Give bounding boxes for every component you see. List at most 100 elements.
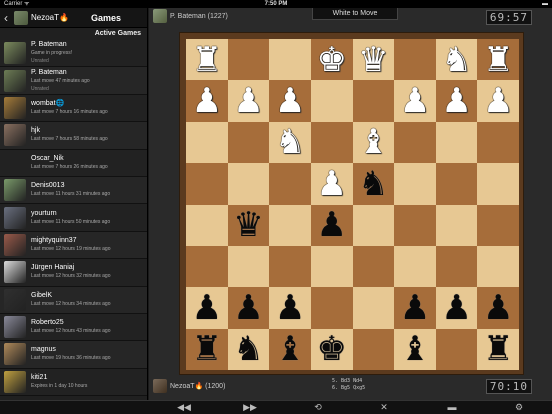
board-square[interactable] — [186, 245, 228, 288]
game-list-item[interactable]: P. Bateman Last move 47 minutes ago Unrate… — [0, 67, 147, 95]
game-opponent-name: GibelK — [31, 291, 53, 299]
board-square[interactable] — [477, 204, 519, 246]
board-square[interactable] — [227, 163, 270, 205]
board-square[interactable]: ♟ — [394, 80, 436, 122]
board-square[interactable]: ♟ — [227, 80, 270, 122]
board-square[interactable] — [186, 121, 228, 164]
page-title: Games — [90, 12, 122, 23]
board-square[interactable]: ♟ — [269, 80, 311, 122]
board-square[interactable] — [352, 204, 395, 246]
board-square[interactable]: ♞ — [352, 163, 395, 205]
board-square[interactable] — [352, 80, 395, 122]
board-square[interactable]: ♞ — [227, 328, 270, 370]
board-square[interactable]: ♟ — [310, 204, 353, 246]
board-square[interactable]: ♚ — [310, 328, 353, 370]
avatar — [153, 379, 167, 393]
board-square[interactable]: ♝ — [394, 328, 436, 370]
board-square[interactable]: ♜ — [186, 39, 228, 81]
game-list-item[interactable]: GibelK Last move 12 hours 34 minutes ago — [0, 286, 147, 314]
game-status: Expires in 1 day 10 hours — [31, 382, 88, 389]
board-square[interactable]: ♟ — [269, 287, 311, 329]
board-square[interactable] — [352, 287, 395, 329]
player-name[interactable]: NezoaT🔥 (1200) — [170, 382, 225, 390]
game-opponent-name: mightyquinn37 — [31, 236, 77, 244]
board-square[interactable]: ♚ — [310, 39, 353, 81]
game-list-item[interactable]: kiti21 Expires in 1 day 10 hours — [0, 368, 147, 397]
resign-icon[interactable]: ✕ — [376, 402, 392, 413]
clock-time: 7:50 PM — [264, 1, 288, 7]
board-square[interactable] — [269, 39, 311, 81]
game-status: Last move 19 hours 36 minutes ago — [31, 355, 111, 362]
board-square[interactable] — [477, 163, 519, 205]
board-square[interactable]: ♞ — [435, 39, 478, 81]
board-square[interactable]: ♜ — [477, 328, 519, 370]
board-square[interactable]: ♝ — [352, 121, 395, 164]
board-square[interactable] — [269, 163, 311, 205]
board-square[interactable]: ♟ — [477, 287, 519, 329]
game-status: Last move 12 hours 34 minutes ago — [31, 300, 111, 307]
board-square[interactable] — [269, 204, 311, 246]
board-square[interactable] — [477, 121, 519, 164]
board-square[interactable] — [186, 204, 228, 246]
board-square[interactable]: ♟ — [227, 287, 270, 329]
game-list-item[interactable]: mightyquinn37 Last move 12 hours 19 minut… — [0, 231, 147, 260]
board-square[interactable]: ♛ — [352, 39, 395, 81]
board-square[interactable] — [227, 39, 270, 81]
game-list-item[interactable]: Roberto25 Last move 12 hours 43 minutes a… — [0, 313, 147, 342]
board-square[interactable] — [394, 39, 436, 81]
board-square[interactable] — [310, 245, 353, 288]
board-square[interactable]: ♛ — [227, 204, 270, 246]
board-square[interactable] — [394, 163, 436, 205]
gear-icon[interactable]: ⚙ — [511, 402, 527, 413]
forward-icon[interactable]: ▶▶ — [242, 402, 258, 413]
board-square[interactable]: ♟ — [186, 287, 228, 329]
opponent-name[interactable]: P. Bateman (1227) — [170, 13, 228, 20]
board-square[interactable] — [186, 163, 228, 205]
board-square[interactable] — [269, 245, 311, 288]
board-square[interactable]: ♟ — [394, 287, 436, 329]
board-square[interactable] — [394, 245, 436, 288]
board-square[interactable]: ♟ — [186, 80, 228, 122]
game-list-item[interactable]: Denis0013 Last move 11 hours 31 minutes a… — [0, 176, 147, 205]
board-square[interactable] — [394, 121, 436, 164]
chat-icon[interactable]: ▬ — [444, 402, 460, 412]
board-square[interactable]: ♞ — [269, 121, 311, 164]
my-username[interactable]: NezoaT🔥 — [31, 13, 69, 22]
board-square[interactable] — [435, 121, 478, 164]
board-square[interactable] — [227, 121, 270, 164]
board-square[interactable] — [227, 245, 270, 288]
board-square[interactable]: ♟ — [477, 80, 519, 122]
board-square[interactable] — [477, 245, 519, 288]
board-square[interactable]: ♜ — [477, 39, 519, 81]
game-list-item[interactable]: yourturn Last move 11 hours 50 minutes ag… — [0, 204, 147, 232]
board-square[interactable] — [352, 245, 395, 288]
game-list-item[interactable]: Jürgen Haniaj Last move 12 hours 32 minut… — [0, 259, 147, 287]
game-list-item[interactable]: magnus Last move 19 hours 36 minutes ago — [0, 341, 147, 369]
board-square[interactable] — [435, 328, 478, 370]
game-opponent-name: hjk — [31, 127, 40, 135]
board-square[interactable]: ♟ — [310, 163, 353, 205]
board-square[interactable]: ♟ — [435, 80, 478, 122]
board-square[interactable]: ♝ — [269, 328, 311, 370]
status-bar: Carrier ᯤ 7:50 PM ▬ — [0, 0, 552, 8]
board-square[interactable] — [394, 204, 436, 246]
board-square[interactable]: ♟ — [435, 287, 478, 329]
chevron-left-icon[interactable]: ‹ — [4, 11, 14, 25]
board-square[interactable]: ♜ — [186, 328, 228, 370]
board-square[interactable] — [310, 80, 353, 122]
board-square[interactable] — [352, 328, 395, 370]
board-square[interactable] — [310, 121, 353, 164]
game-list-item[interactable]: P. Bateman Game in progress! Unrated — [0, 40, 147, 68]
board-square[interactable] — [435, 245, 478, 288]
game-list-item[interactable]: hjk Last move 7 hours 58 minutes ago — [0, 122, 147, 150]
board-square[interactable] — [435, 163, 478, 205]
refresh-icon[interactable]: ⟲ — [310, 402, 326, 413]
game-status: Last move 12 hours 19 minutes ago — [31, 245, 111, 252]
chess-board[interactable]: ♜ ♚ ♛ ♞ ♜ ♟ ♟ ♟ ♟ ♟ ♟ ♞ ♝ ♟ ♞ ♛ ♟ ♟ ♟ ♟ ♟ ♟ ♟ ♜ ♞ ♝ ♚ ♝ ♜ — [186, 39, 519, 370]
board-square[interactable] — [435, 204, 478, 246]
game-list-item[interactable]: Oscar_Nik Last move 7 hours 26 minutes ag… — [0, 149, 147, 177]
board-square[interactable] — [310, 287, 353, 329]
game-list-item[interactable]: wombat🌐 Last move 7 hours 16 minutes ago — [0, 94, 147, 123]
rewind-icon[interactable]: ◀◀ — [176, 402, 192, 413]
game-status: Last move 11 hours 50 minutes ago — [31, 218, 111, 225]
